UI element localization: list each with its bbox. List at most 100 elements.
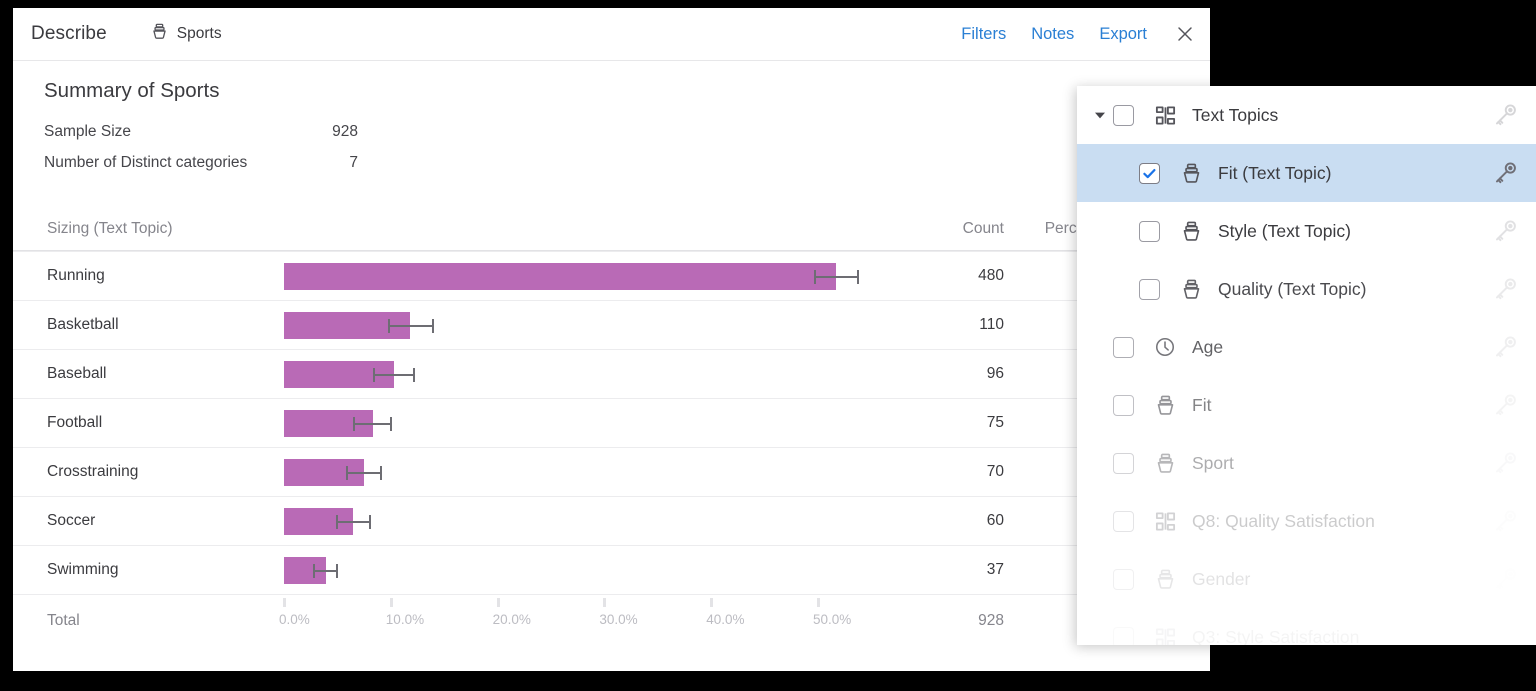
row-bar-cell [275,497,858,546]
variable-label: Quality (Text Topic) [1218,279,1366,300]
column-header-label: Sizing (Text Topic) [13,220,275,238]
key-icon[interactable] [1492,392,1519,419]
column-header-plot [275,204,858,253]
row-category-label: Swimming [13,561,275,579]
notes-link[interactable]: Notes [1031,25,1074,44]
error-bar [373,368,416,382]
row-bar-cell [275,350,858,399]
variable-label: Fit (Text Topic) [1218,163,1331,184]
table-body: Running48051.7%Basketball11011.8%Basebal… [13,251,1210,594]
variable-item-quality-text-topic[interactable]: Quality (Text Topic) [1077,260,1536,318]
summary-title: Summary of Sports [13,79,1210,103]
grid-blocks-icon [1150,104,1180,127]
row-category-label: Basketball [13,316,275,334]
row-category-label: Crosstraining [13,463,275,481]
stats-table: Sizing (Text Topic) Count Percentage Run… [13,207,1210,646]
checkbox[interactable] [1113,395,1134,416]
row-bar-cell [275,252,858,301]
checkbox[interactable] [1139,221,1160,242]
axis-tick-label: 0.0% [279,612,310,627]
row-count: 60 [858,512,1018,530]
variable-item-style-text-topic[interactable]: Style (Text Topic) [1077,202,1536,260]
row-category-label: Running [13,267,275,285]
table-row: Basketball11011.8% [13,300,1210,349]
variable-item-fit-text-topic[interactable]: Fit (Text Topic) [1077,144,1536,202]
checkbox[interactable] [1113,511,1134,532]
row-count: 75 [858,414,1018,432]
export-link[interactable]: Export [1099,25,1147,44]
row-count: 70 [858,463,1018,481]
variable-item-text-topics[interactable]: Text Topics [1077,86,1536,144]
header-actions: Filters Notes Export [961,23,1196,45]
checkbox[interactable] [1139,163,1160,184]
key-icon[interactable] [1492,218,1519,245]
row-bar-cell [275,448,858,497]
row-count: 96 [858,365,1018,383]
key-icon[interactable] [1492,450,1519,477]
axis-tick-label: 10.0% [386,612,424,627]
key-icon[interactable] [1492,566,1519,593]
key-icon[interactable] [1492,160,1519,187]
variable-label: Q8: Quality Satisfaction [1192,511,1375,532]
axis-tick-label: 50.0% [813,612,851,627]
column-header-count: Count [858,220,1018,238]
table-row: Soccer606.5% [13,496,1210,545]
x-axis-ticks: 0.0%10.0%20.0%30.0%40.0%50.0% [275,596,858,648]
dataset-label: Sports [177,25,222,43]
row-count: 110 [858,316,1018,334]
variable-label: Style (Text Topic) [1218,221,1351,242]
checkbox[interactable] [1113,627,1134,646]
checkbox[interactable] [1113,105,1134,126]
bar [284,263,836,290]
variable-label: Gender [1192,569,1250,590]
checkbox[interactable] [1139,279,1160,300]
table-row: Swimming373.9% [13,545,1210,594]
variable-item-q3-style-satisfaction[interactable]: Q3: Style Satisfaction [1077,608,1536,645]
checkbox[interactable] [1113,569,1134,590]
bucket-icon [1150,568,1180,591]
axis-tick [710,598,713,607]
axis-tick [603,598,606,607]
variable-item-fit[interactable]: Fit [1077,376,1536,434]
filters-link[interactable]: Filters [961,25,1006,44]
bucket-icon [1150,394,1180,417]
key-icon[interactable] [1492,102,1519,129]
variable-item-q8-quality-satisfaction[interactable]: Q8: Quality Satisfaction [1077,492,1536,550]
bucket-icon [1176,162,1206,185]
chevron-down-icon[interactable] [1087,108,1113,122]
variable-selector-panel[interactable]: Text Topics Fit (Text Topic) Style (Text T… [1077,86,1536,645]
total-label: Total [13,612,275,630]
checkbox[interactable] [1113,337,1134,358]
table-row: Crosstraining707.5% [13,447,1210,496]
row-category-label: Soccer [13,512,275,530]
bucket-icon [1176,278,1206,301]
row-bar-cell [275,399,858,448]
table-row: Running48051.7% [13,251,1210,300]
screen: Describe Sports Filters Notes Export [0,0,1536,691]
panel-header: Describe Sports Filters Notes Export [13,8,1210,61]
variable-item-gender[interactable]: Gender [1077,550,1536,608]
error-bar [814,270,859,284]
key-icon[interactable] [1492,508,1519,535]
page-title: Describe [31,23,107,45]
key-icon[interactable] [1492,334,1519,361]
variable-item-age[interactable]: Age [1077,318,1536,376]
close-icon[interactable] [1174,23,1196,45]
grid-blocks-icon [1150,626,1180,646]
describe-panel: Describe Sports Filters Notes Export [13,8,1210,671]
axis-tick [390,598,393,607]
summary-value: 928 [316,123,358,141]
key-icon[interactable] [1492,624,1519,646]
table-row: Football758.3% [13,398,1210,447]
row-bar-cell [275,301,858,350]
error-bar [313,564,339,578]
variable-label: Text Topics [1192,105,1278,126]
row-count: 480 [858,267,1018,285]
dataset-chip[interactable]: Sports [150,22,222,46]
checkbox[interactable] [1113,453,1134,474]
variable-item-sport[interactable]: Sport [1077,434,1536,492]
key-icon[interactable] [1492,276,1519,303]
error-bar [353,417,391,431]
axis-tick-label: 20.0% [493,612,531,627]
axis-tick-label: 40.0% [706,612,744,627]
